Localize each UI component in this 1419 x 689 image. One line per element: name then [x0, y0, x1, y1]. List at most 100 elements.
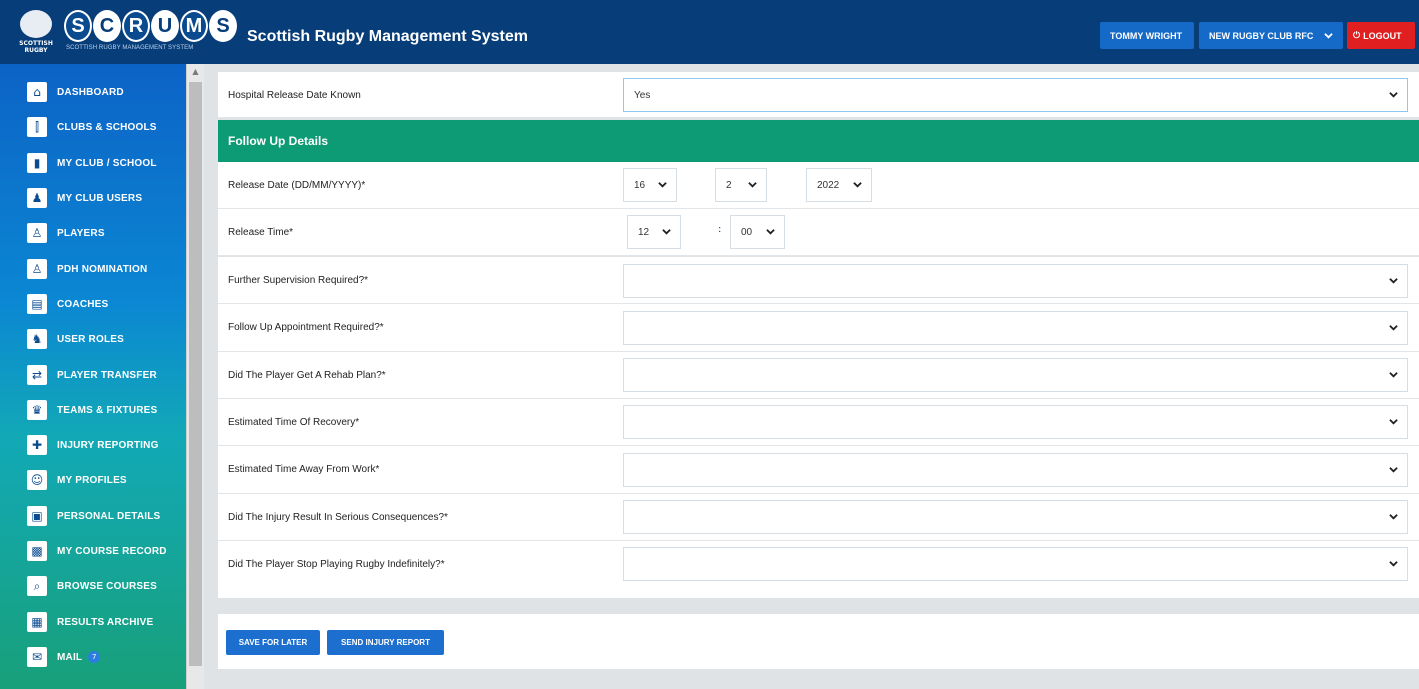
mail-icon: ✉ — [27, 647, 47, 667]
release-year-select[interactable]: 2022 — [806, 168, 872, 202]
form-row: Estimated Time Of Recovery* — [218, 399, 1419, 446]
clubs-icon: ⫿ — [27, 117, 47, 137]
button-label: SAVE FOR LATER — [238, 638, 308, 647]
sidebar-item-coaches[interactable]: ▤ COACHES — [0, 289, 186, 319]
sidebar-item-personal-details[interactable]: ▣ PERSONAL DETAILS — [0, 501, 186, 531]
form-row-hospital-release: Hospital Release Date Known Yes — [218, 72, 1419, 118]
club-selector[interactable]: NEW RUGBY CLUB RFC — [1199, 22, 1343, 49]
select-value: 2022 — [817, 179, 840, 191]
clipboard-icon: ▤ — [27, 294, 47, 314]
form-row: Estimated Time Away From Work* — [218, 446, 1419, 494]
section-header-follow-up: Follow Up Details — [218, 120, 1419, 162]
field-label: Further Supervision Required?* — [228, 275, 369, 286]
chevron-down-icon — [658, 182, 667, 188]
sidebar-item-label: COACHES — [57, 298, 109, 310]
sidebar-item-label: MY COURSE RECORD — [57, 545, 167, 557]
chevron-down-icon — [748, 182, 757, 188]
sidebar-item-dashboard[interactable]: ⌂ DASHBOARD — [0, 77, 186, 107]
profile-icon: ☺ — [27, 470, 47, 490]
field-label: Estimated Time Of Recovery* — [228, 417, 360, 428]
form-row: Did The Player Get A Rehab Plan?* — [218, 352, 1419, 399]
release-hour-select[interactable]: 12 — [627, 215, 681, 249]
player-icon: ♙ — [27, 223, 47, 243]
sidebar-item-my-club[interactable]: ▮ MY CLUB / SCHOOL — [0, 148, 186, 178]
chevron-down-icon — [662, 229, 671, 235]
select-value: 16 — [634, 179, 646, 191]
form-row: Did The Player Stop Playing Rugby Indefi… — [218, 541, 1419, 598]
roles-icon: ♞ — [27, 329, 47, 349]
release-minute-select[interactable]: 00 — [730, 215, 785, 249]
thistle-icon — [20, 10, 52, 38]
club-name: NEW RUGBY CLUB RFC — [1209, 30, 1314, 41]
course-record-icon: ▩ — [27, 541, 47, 561]
sidebar-item-browse-courses[interactable]: ⌕ BROWSE COURSES — [0, 571, 186, 601]
sidebar-item-label: MY PROFILES — [57, 474, 127, 486]
sidebar-scrollbar[interactable]: ▲ — [186, 64, 204, 689]
chevron-down-icon — [1389, 514, 1398, 520]
stop-playing-select[interactable] — [623, 547, 1408, 581]
sidebar-item-injury-reporting[interactable]: ✚ INJURY REPORTING — [0, 430, 186, 460]
release-day-select[interactable]: 16 — [623, 168, 677, 202]
field-label: Release Date (DD/MM/YYYY)* — [228, 180, 366, 191]
sidebar-item-player-transfer[interactable]: ⇄ PLAYER TRANSFER — [0, 360, 186, 390]
field-label: Estimated Time Away From Work* — [228, 464, 380, 475]
sidebar-item-label: MAIL — [57, 651, 83, 663]
sidebar-item-results-archive[interactable]: ▦ RESULTS ARCHIVE — [0, 607, 186, 637]
chevron-down-icon — [1324, 33, 1333, 39]
archive-icon: ▦ — [27, 612, 47, 632]
form-row: Did The Injury Result In Serious Consequ… — [218, 494, 1419, 541]
save-for-later-button[interactable]: SAVE FOR LATER — [226, 630, 320, 655]
sidebar-item-teams-fixtures[interactable]: ♛ TEAMS & FIXTURES — [0, 395, 186, 425]
chevron-down-icon — [1389, 419, 1398, 425]
app-header: SCOTTISH RUGBY S C R U M S SCOTTISH RUGB… — [0, 0, 1419, 64]
trophy-icon: ♛ — [27, 400, 47, 420]
select-value: Yes — [634, 89, 651, 101]
user-name: TOMMY WRIGHT — [1110, 30, 1183, 41]
form-row-release-date: Release Date (DD/MM/YYYY)* 16 2 2022 — [218, 162, 1419, 209]
chevron-down-icon — [1389, 325, 1398, 331]
field-label: Did The Injury Result In Serious Consequ… — [228, 512, 448, 523]
chevron-down-icon — [1389, 467, 1398, 473]
mail-count-badge: 7 — [88, 651, 101, 663]
scroll-up-arrow-icon[interactable]: ▲ — [187, 67, 204, 79]
hospital-release-select[interactable]: Yes — [623, 78, 1408, 112]
sidebar-item-pdh-nomination[interactable]: ♙ PDH NOMINATION — [0, 254, 186, 284]
logo-subtitle: SCOTTISH RUGBY MANAGEMENT SYSTEM — [66, 45, 194, 51]
select-value: 00 — [741, 226, 753, 238]
sidebar-item-my-club-users[interactable]: ♟ MY CLUB USERS — [0, 183, 186, 213]
sidebar-item-my-profiles[interactable]: ☺ MY PROFILES — [0, 465, 186, 495]
further-supervision-select[interactable] — [623, 264, 1408, 298]
user-button[interactable]: TOMMY WRIGHT — [1100, 22, 1194, 49]
time-of-recovery-select[interactable] — [623, 405, 1408, 439]
serious-consequences-select[interactable] — [623, 500, 1408, 534]
chevron-down-icon — [1389, 561, 1398, 567]
sidebar-item-user-roles[interactable]: ♞ USER ROLES — [0, 324, 186, 354]
select-value: 12 — [638, 226, 650, 238]
logo-letter: C — [93, 10, 121, 42]
sidebar-item-label: PERSONAL DETAILS — [57, 510, 161, 522]
sidebar-item-mail[interactable]: ✉ MAIL 7 — [0, 642, 186, 672]
sidebar-item-my-course-record[interactable]: ▩ MY COURSE RECORD — [0, 536, 186, 566]
time-away-from-work-select[interactable] — [623, 453, 1408, 487]
sidebar-item-label: DASHBOARD — [57, 86, 124, 98]
club-icon: ▮ — [27, 153, 47, 173]
follow-up-appointment-select[interactable] — [623, 311, 1408, 345]
chevron-down-icon — [1389, 92, 1398, 98]
sidebar-item-label: INJURY REPORTING — [57, 439, 159, 451]
sidebar-item-label: TEAMS & FIXTURES — [57, 404, 158, 416]
chevron-down-icon — [1389, 372, 1398, 378]
scrollbar-thumb[interactable] — [189, 82, 202, 666]
chevron-down-icon — [766, 229, 775, 235]
sidebar-item-players[interactable]: ♙ PLAYERS — [0, 218, 186, 248]
chevron-down-icon — [1389, 278, 1398, 284]
send-injury-report-button[interactable]: SEND INJURY REPORT — [327, 630, 444, 655]
release-month-select[interactable]: 2 — [715, 168, 767, 202]
scrums-logo: S C R U M S — [64, 10, 237, 44]
rehab-plan-select[interactable] — [623, 358, 1408, 392]
sidebar-item-label: MY CLUB / SCHOOL — [57, 157, 157, 169]
logout-button[interactable]: ⏻ LOGOUT — [1347, 22, 1415, 49]
sidebar-item-clubs-schools[interactable]: ⫿ CLUBS & SCHOOLS — [0, 112, 186, 142]
sidebar-item-label: RESULTS ARCHIVE — [57, 616, 154, 628]
time-separator: : — [718, 224, 722, 235]
scottish-rugby-crest: SCOTTISH RUGBY — [16, 8, 56, 56]
